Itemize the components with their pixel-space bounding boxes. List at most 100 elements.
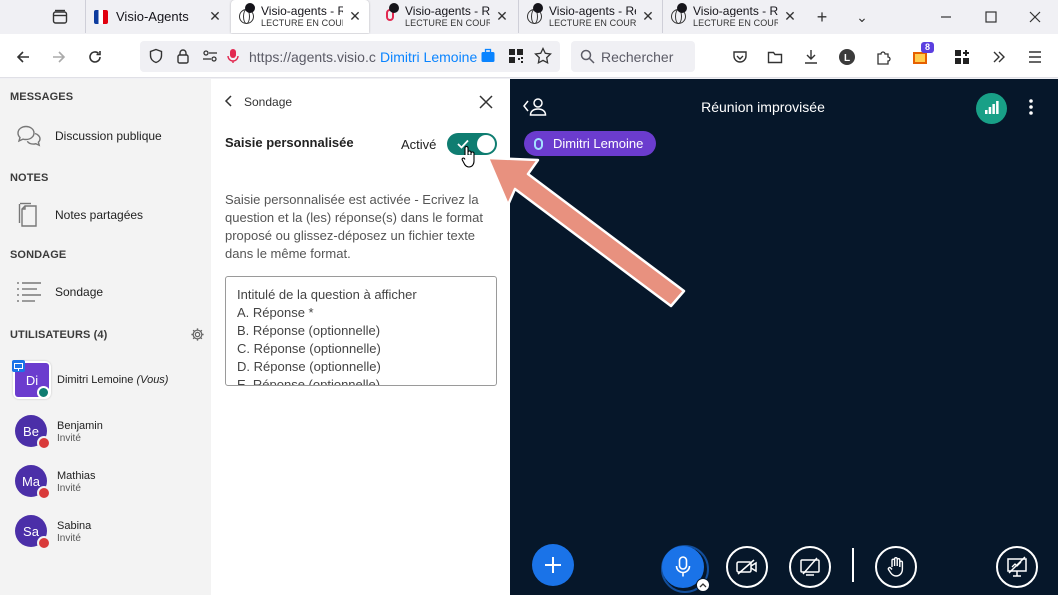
textarea-line: Intitulé de la question à afficher bbox=[237, 287, 417, 302]
presentation-icon bbox=[1007, 556, 1027, 577]
shield-icon[interactable] bbox=[148, 48, 164, 69]
notes-section-title: NOTES bbox=[10, 172, 49, 184]
close-tab-icon[interactable]: ✕ bbox=[349, 8, 361, 25]
mic-muted-icon bbox=[37, 436, 51, 450]
user-list-item[interactable]: Di Dimitri Lemoine (Vous) bbox=[0, 359, 211, 403]
close-tab-icon[interactable]: ✕ bbox=[784, 8, 796, 25]
close-tab-icon[interactable]: ✕ bbox=[209, 8, 221, 25]
user-list-item[interactable]: Ma Mathias Invité bbox=[0, 461, 211, 507]
textarea-line: A. Réponse * bbox=[237, 305, 314, 320]
user-role: Invité bbox=[57, 533, 81, 544]
tab-visio-agents-3[interactable]: Visio-agents - Ré LECTURE EN COURS ✕ bbox=[375, 0, 516, 33]
custom-input-description: Saisie personnalisée est activée - Ecriv… bbox=[225, 192, 483, 261]
sidebar-item-poll[interactable]: Sondage bbox=[0, 272, 211, 312]
new-tab-icon[interactable]: + bbox=[811, 6, 833, 28]
user-name: Benjamin bbox=[57, 420, 103, 432]
user-list-item[interactable]: Sa Sabina Invité bbox=[0, 511, 211, 557]
back-icon[interactable] bbox=[10, 44, 36, 70]
back-chevron-icon[interactable] bbox=[223, 94, 235, 113]
mic-muted-icon bbox=[37, 536, 51, 550]
camera-off-icon bbox=[736, 559, 757, 575]
search-bar[interactable]: Rechercher bbox=[571, 41, 695, 72]
audio-options-caret-icon[interactable] bbox=[696, 578, 710, 592]
download-icon[interactable] bbox=[798, 44, 824, 70]
raise-hand-button[interactable] bbox=[875, 546, 917, 588]
lock-icon[interactable] bbox=[175, 48, 191, 69]
menu-icon[interactable] bbox=[1022, 44, 1048, 70]
connection-status-icon[interactable] bbox=[976, 93, 1007, 124]
poll-textarea[interactable]: Intitulé de la question à afficher A. Ré… bbox=[225, 276, 497, 386]
textarea-line: E. Réponse (optionnelle) bbox=[237, 377, 381, 386]
microphone-icon bbox=[534, 137, 543, 150]
user-list-item[interactable]: Be Benjamin Invité bbox=[0, 411, 211, 457]
user-name: Sabina bbox=[57, 520, 92, 532]
browser-tab-bar: Visio-Agents ✕ Visio-agents - Ré LECTURE… bbox=[0, 0, 1058, 34]
url-bar[interactable]: https://agents.visio.c Dimitri Lemoine bbox=[140, 41, 560, 72]
gear-icon[interactable] bbox=[190, 327, 205, 347]
poll-section-title: SONDAGE bbox=[10, 249, 67, 261]
screenshare-button[interactable] bbox=[789, 546, 831, 588]
mute-button[interactable] bbox=[661, 545, 710, 593]
pocket-icon[interactable] bbox=[727, 44, 753, 70]
bookmark-star-icon[interactable] bbox=[534, 46, 552, 70]
minimize-icon[interactable] bbox=[935, 6, 957, 28]
account-icon[interactable]: L bbox=[834, 44, 860, 70]
url-user-text: Dimitri Lemoine bbox=[380, 49, 478, 65]
search-icon bbox=[580, 49, 595, 69]
tab-visio-agents[interactable]: Visio-Agents ✕ bbox=[85, 0, 229, 33]
hand-icon bbox=[887, 557, 904, 577]
more-options-icon[interactable] bbox=[1028, 98, 1034, 121]
custom-input-label: Saisie personnalisée bbox=[225, 135, 354, 150]
close-window-icon[interactable] bbox=[1024, 6, 1046, 28]
meeting-area: Réunion improvisée Dimitri Lemoine bbox=[510, 79, 1058, 595]
shared-notes-label: Notes partagées bbox=[55, 208, 144, 222]
flag-icon bbox=[94, 9, 110, 25]
globe-icon bbox=[239, 2, 255, 25]
textarea-line: D. Réponse (optionnelle) bbox=[237, 359, 381, 374]
folder-icon[interactable] bbox=[762, 44, 788, 70]
presenter-icon bbox=[12, 360, 25, 372]
globe-icon bbox=[527, 2, 543, 25]
extensions-icon[interactable] bbox=[870, 44, 896, 70]
microphone-permission-icon[interactable] bbox=[226, 48, 240, 69]
reload-icon[interactable] bbox=[82, 44, 108, 70]
messages-section-title: MESSAGES bbox=[10, 91, 74, 103]
textarea-line: C. Réponse (optionnelle) bbox=[237, 341, 381, 356]
chevron-down-icon[interactable]: ⌄ bbox=[851, 6, 873, 28]
user-name: Dimitri Lemoine (Vous) bbox=[57, 374, 169, 386]
camera-button[interactable] bbox=[726, 546, 768, 588]
maximize-icon[interactable] bbox=[980, 6, 1002, 28]
user-role: Invité bbox=[57, 433, 81, 444]
qr-code-icon[interactable] bbox=[508, 48, 524, 69]
list-icon bbox=[14, 277, 44, 307]
toggle-knob bbox=[477, 135, 495, 153]
briefcase-icon[interactable] bbox=[480, 48, 496, 69]
notes-icon bbox=[14, 200, 44, 230]
poll-panel-header: Sondage bbox=[244, 95, 293, 109]
textarea-line: B. Réponse (optionnelle) bbox=[237, 323, 381, 338]
tab-visio-agents-4[interactable]: Visio-agents - Ré LECTURE EN COURS ✕ bbox=[518, 0, 662, 33]
close-tab-icon[interactable]: ✕ bbox=[496, 8, 508, 25]
tab-overview-icon[interactable] bbox=[49, 6, 71, 28]
hand-pointer-cursor-icon bbox=[461, 145, 477, 174]
close-tab-icon[interactable]: ✕ bbox=[642, 8, 654, 25]
tab-visio-agents-2[interactable]: Visio-agents - Ré LECTURE EN COURS ✕ bbox=[231, 0, 369, 33]
presentation-button[interactable] bbox=[996, 546, 1038, 588]
actions-plus-button[interactable] bbox=[532, 544, 574, 586]
grid-addon-icon[interactable] bbox=[949, 44, 975, 70]
user-role: Invité bbox=[57, 483, 81, 494]
user-name: Mathias bbox=[57, 470, 96, 482]
tab-visio-agents-5[interactable]: Visio-agents - Ré LECTURE EN COURS ✕ bbox=[662, 0, 804, 33]
talking-user-name: Dimitri Lemoine bbox=[553, 136, 644, 151]
mic-status-icon bbox=[37, 386, 50, 399]
addon-badge: 8 bbox=[921, 42, 935, 53]
browser-nav-bar: https://agents.visio.c Dimitri Lemoine R… bbox=[0, 34, 1058, 78]
search-placeholder: Rechercher bbox=[601, 49, 674, 65]
forward-icon[interactable] bbox=[46, 44, 72, 70]
permissions-icon[interactable] bbox=[202, 48, 218, 69]
sidebar-item-shared-notes[interactable]: Notes partagées bbox=[0, 195, 211, 235]
close-icon[interactable] bbox=[479, 95, 493, 114]
overflow-chevron-icon[interactable] bbox=[986, 44, 1012, 70]
sidebar-item-public-chat[interactable]: Discussion publique bbox=[0, 116, 211, 156]
meeting-title: Réunion improvisée bbox=[701, 99, 825, 115]
